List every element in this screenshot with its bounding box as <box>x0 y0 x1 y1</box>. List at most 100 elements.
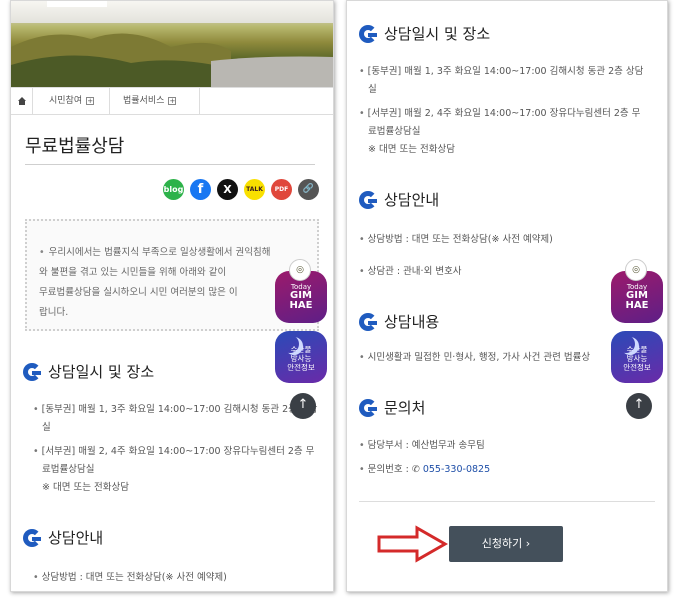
arrow-up-icon: ↑ <box>297 397 309 412</box>
schedule-west: • [서부권] 매월 2, 4주 화요일 14:00~17:00 장유다누림센터 … <box>33 443 314 497</box>
gimhae-logo-icon <box>359 398 377 417</box>
gimhae-logo-icon <box>359 190 377 209</box>
contact-dept: • 담당부서 : 예산법무과 송무팀 <box>359 440 485 451</box>
nav-item-citizen-participation[interactable]: 시민참여 + <box>49 88 95 115</box>
guide-method: • 상담방법 : 대면 또는 전화상담(※ 사전 예약제) <box>359 234 553 245</box>
nav-item-label: 법률서비스 <box>123 96 165 106</box>
scroll-to-top-button[interactable]: ↑ <box>290 393 316 419</box>
gimhae-logo-icon <box>23 528 41 547</box>
schedule-east: • [동부권] 매월 1, 3주 화요일 14:00~17:00 김해시청 동관 … <box>359 63 643 99</box>
contact-phone-label: 문의번호 : <box>367 464 409 475</box>
gimhae-logo-icon <box>359 24 377 43</box>
schedule-east-text: [동부권] 매월 1, 3주 화요일 14:00~17:00 김해시청 동관 2… <box>41 404 318 415</box>
bullet-icon: • <box>39 247 45 258</box>
schedule-west-text: [서부권] 매월 2, 4주 화요일 14:00~17:00 장유다누림센터 2… <box>367 108 641 119</box>
home-button[interactable] <box>11 88 33 115</box>
phone-number-link[interactable]: 055-330-0825 <box>423 464 490 475</box>
hae-label: HAE <box>625 300 649 311</box>
schedule-west-text-cont: 료법률상담실 <box>42 464 95 475</box>
nav-divider <box>109 88 110 115</box>
kakaotalk-share-button[interactable]: TALK <box>244 179 265 200</box>
guide-counselor: • 상담관 : 관내·외 변호사 <box>359 266 462 277</box>
hero-top-cutout <box>47 1 107 7</box>
schedule-note: ※ 대면 또는 전화상담 <box>42 482 129 493</box>
content-description: 시민생활과 밀접한 민·형사, 행정, 가사 사건 관련 법률상 <box>367 352 591 363</box>
section-title: 상담안내 <box>48 529 104 547</box>
plus-icon: + <box>86 96 95 105</box>
safe-line: 방사능 <box>626 354 648 363</box>
schedule-east: • [동부권] 매월 1, 3주 화요일 14:00~17:00 김해시청 동관 … <box>33 401 317 437</box>
moon-icon <box>617 335 635 353</box>
content-divider <box>359 501 655 502</box>
right-screenshot-panel: 상담일시 및 장소 • [동부권] 매월 1, 3주 화요일 14:00~17:0… <box>346 0 668 592</box>
intro-line: 무료법률상담을 실시하오니 시민 여러분의 많은 이 <box>39 287 238 298</box>
today-gimhae-button[interactable]: ◎ Today GIM HAE <box>611 259 663 323</box>
section-heading-schedule: 상담일시 및 장소 <box>359 23 490 44</box>
plus-icon: + <box>168 96 177 105</box>
schedule-east-text: [동부권] 매월 1, 3주 화요일 14:00~17:00 김해시청 동관 2… <box>367 66 644 77</box>
blog-icon: blog <box>163 185 184 194</box>
seafood-safety-button[interactable]: 수산물 방사능 안전정보 <box>611 331 663 383</box>
apply-button[interactable]: 신청하기 › <box>449 526 563 562</box>
scroll-to-top-button[interactable]: ↑ <box>626 393 652 419</box>
guide-method-text: 상담방법 : 대면 또는 전화상담(※ 사전 예약제) <box>41 572 227 583</box>
section-title: 상담안내 <box>384 191 440 209</box>
section-title: 상담일시 및 장소 <box>48 363 155 381</box>
pdf-icon: PDF <box>274 186 289 193</box>
hero-banner-image <box>11 1 333 87</box>
red-arrow-pointer-icon <box>377 525 449 563</box>
navigation-bar: 시민참여 + 법률서비스 + <box>11 87 333 115</box>
hae-label: HAE <box>289 300 313 311</box>
section-heading-guide: 상담안내 <box>23 527 103 548</box>
today-gimhae-button[interactable]: ◎ Today GIM HAE <box>275 259 327 323</box>
x-icon: X <box>223 183 232 196</box>
schedule-east-text-cont: 실 <box>368 84 377 95</box>
contact-phone: • 문의번호 : ✆ 055-330-0825 <box>359 464 491 475</box>
section-title: 상담내용 <box>384 313 440 331</box>
bell-icon: ◎ <box>625 259 647 281</box>
arrow-up-icon: ↑ <box>633 397 645 412</box>
left-screenshot-panel: 시민참여 + 법률서비스 + 무료법률상담 blog f X TALK PDF 🔗 … <box>10 0 334 592</box>
safe-line: 안전정보 <box>623 363 651 372</box>
guide-counselor-text: 상담관 : 관내·외 변호사 <box>367 266 462 277</box>
facebook-share-button[interactable]: f <box>190 179 211 200</box>
page-title: 무료법률상담 <box>25 136 125 157</box>
guide-method: • 상담방법 : 대면 또는 전화상담(※ 사전 예약제) <box>33 572 227 583</box>
contact-dept-text: 담당부서 : 예산법무과 송무팀 <box>367 440 485 451</box>
blog-share-button[interactable]: blog <box>163 179 184 200</box>
seafood-safety-button[interactable]: 수산물 방사능 안전정보 <box>275 331 327 383</box>
guide-method-text: 상담방법 : 대면 또는 전화상담(※ 사전 예약제) <box>367 234 553 245</box>
intro-notice-box: • 우리시에서는 법률지식 부족으로 일상생활에서 권익침해 와 불편을 겪고 있… <box>25 219 319 331</box>
section-title: 상담일시 및 장소 <box>384 25 491 43</box>
gimhae-logo-icon <box>23 362 41 381</box>
pdf-download-button[interactable]: PDF <box>271 179 292 200</box>
intro-line: 우리시에서는 법률지식 부족으로 일상생활에서 권익침해 <box>48 247 271 258</box>
phone-icon: ✆ <box>411 464 420 475</box>
kakaotalk-icon: TALK <box>246 186 263 193</box>
schedule-note: ※ 대면 또는 전화상담 <box>368 144 455 155</box>
section-heading-guide: 상담안내 <box>359 189 439 210</box>
nav-item-label: 시민참여 <box>49 96 83 106</box>
intro-line: 와 불편을 겪고 있는 시민들을 위해 아래와 같이 <box>39 267 227 278</box>
copy-link-button[interactable]: 🔗 <box>298 179 319 200</box>
intro-line: 랍니다. <box>39 307 69 318</box>
facebook-icon: f <box>197 182 204 197</box>
nav-divider <box>199 88 200 115</box>
section-heading-content: 상담내용 <box>359 311 439 332</box>
title-divider <box>25 164 315 165</box>
safe-line: 안전정보 <box>287 363 315 372</box>
content-text: • 시민생활과 밀접한 민·형사, 행정, 가사 사건 관련 법률상 <box>359 352 591 363</box>
schedule-east-text-cont: 실 <box>42 422 51 433</box>
section-heading-schedule: 상담일시 및 장소 <box>23 361 154 382</box>
section-title: 문의처 <box>384 399 426 417</box>
gimhae-logo-icon <box>359 312 377 331</box>
schedule-west: • [서부권] 매월 2, 4주 화요일 14:00~17:00 장유다누림센터 … <box>359 105 640 159</box>
schedule-west-text: [서부권] 매월 2, 4주 화요일 14:00~17:00 장유다누림센터 2… <box>41 446 315 457</box>
nav-item-legal-service[interactable]: 법률서비스 + <box>123 88 177 115</box>
intro-text: • 우리시에서는 법률지식 부족으로 일상생활에서 권익침해 와 불편을 겪고 있… <box>39 243 311 323</box>
bell-icon: ◎ <box>289 259 311 281</box>
x-share-button[interactable]: X <box>217 179 238 200</box>
moon-icon <box>281 335 299 353</box>
home-icon <box>18 97 26 105</box>
mountain-illustration <box>11 33 333 87</box>
